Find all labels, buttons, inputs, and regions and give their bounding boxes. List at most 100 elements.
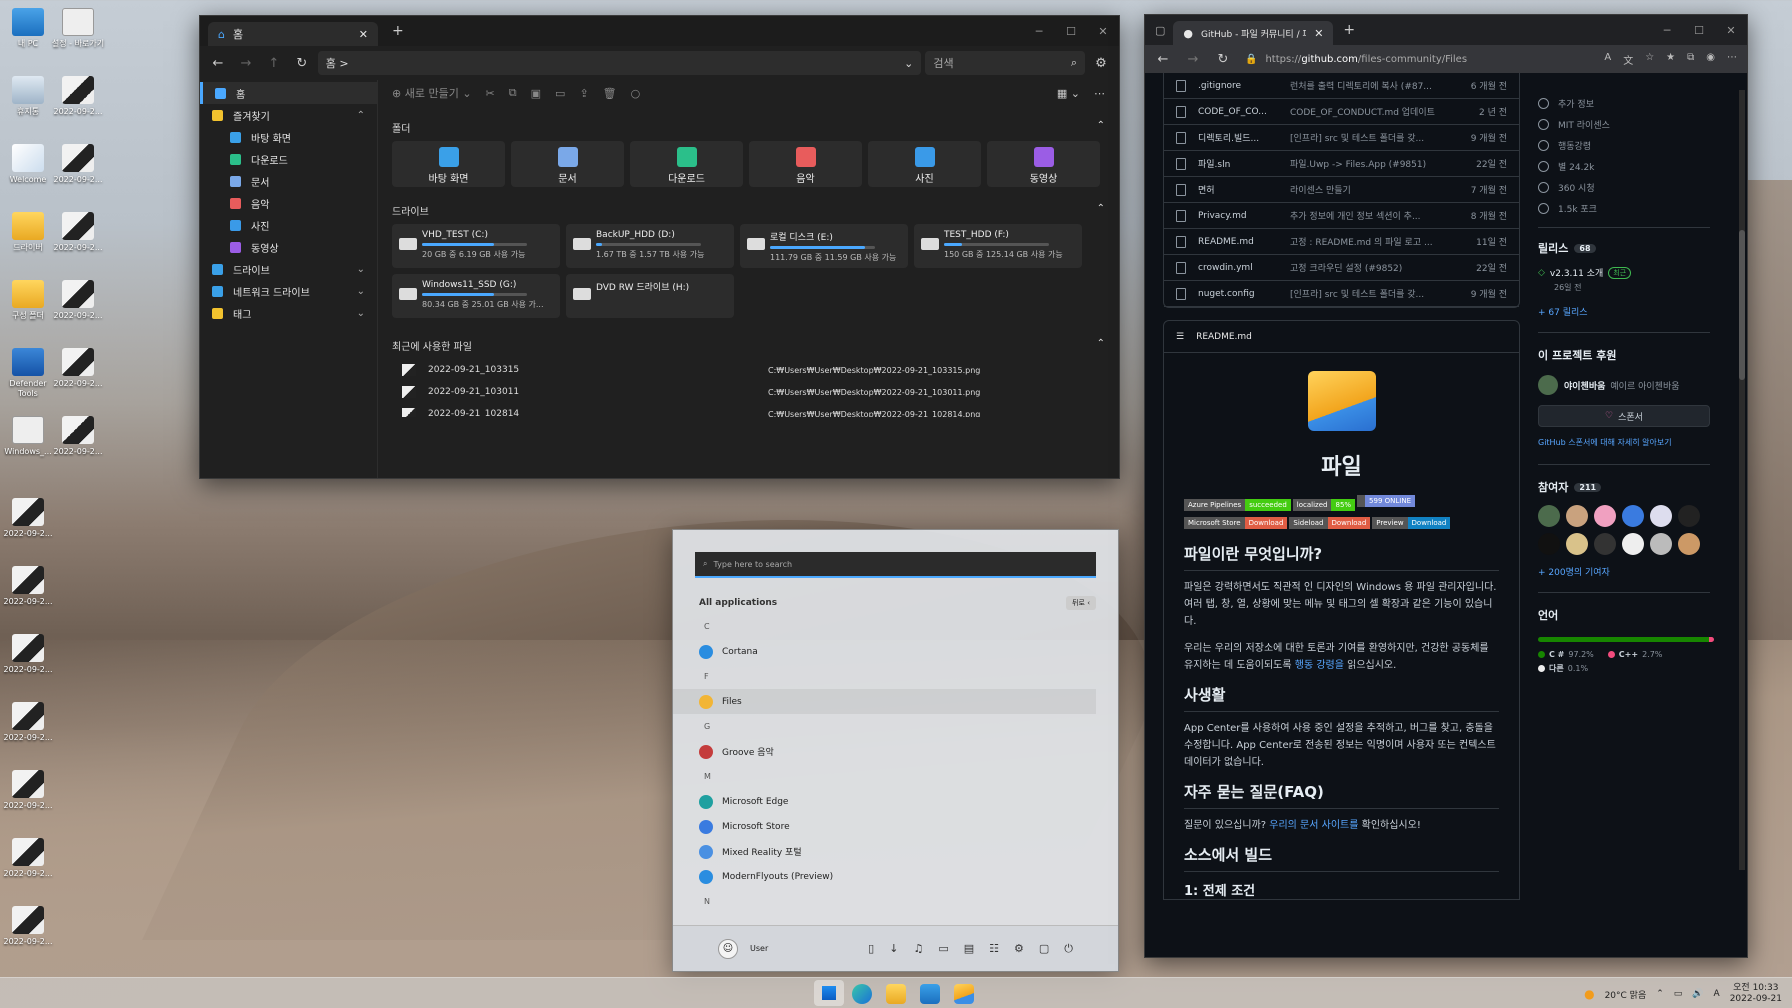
contributor-avatar[interactable]: [1622, 533, 1644, 555]
sidebar-item[interactable]: 드라이브 ⌄: [200, 258, 377, 280]
cut-icon[interactable]: ✂: [486, 87, 495, 100]
status-badge[interactable]: Sideload Download: [1289, 517, 1371, 529]
new-button[interactable]: ⊕ 새로 만들기 ⌄: [392, 85, 472, 101]
sidebar-item[interactable]: 홈: [200, 82, 377, 104]
profile-icon[interactable]: ◉: [1706, 52, 1715, 67]
folders-header[interactable]: 폴더 ⌃: [392, 114, 1105, 141]
about-item[interactable]: 360 시청: [1538, 177, 1710, 198]
collapse-icon[interactable]: ⌃: [1097, 338, 1105, 353]
favorite-icon[interactable]: ☆: [1645, 52, 1654, 67]
file-name[interactable]: nuget.config: [1198, 289, 1290, 299]
file-row[interactable]: nuget.config [인프라] src 및 테스트 폴더를 갖... 9 개월…: [1164, 281, 1519, 307]
desktop-icon[interactable]: 2022-09-2...: [50, 416, 106, 457]
sponsor-user[interactable]: 야이첸바움: [1564, 379, 1605, 392]
store-icon[interactable]: [920, 984, 940, 1004]
chevron-icon[interactable]: ⌄: [357, 264, 377, 275]
desktop-icon[interactable]: 2022-09-2...: [50, 212, 106, 253]
favorites-icon[interactable]: ★: [1666, 52, 1675, 67]
file-name[interactable]: CODE_OF_CO...: [1198, 107, 1290, 117]
contributor-avatar[interactable]: [1650, 505, 1672, 527]
music-icon[interactable]: ♫: [913, 942, 923, 956]
chevron-down-icon[interactable]: ⌄: [904, 57, 913, 70]
sidebar-item[interactable]: 바탕 화면: [200, 126, 377, 148]
search-input[interactable]: 검색 ⌕: [925, 51, 1086, 75]
start-button[interactable]: [814, 980, 844, 1006]
refresh-icon[interactable]: ↻: [290, 56, 314, 71]
app-item[interactable]: Microsoft Store: [673, 814, 1118, 839]
folder-tile[interactable]: 음악: [749, 141, 862, 187]
tab-actions-icon[interactable]: ▢: [1155, 24, 1165, 37]
file-name[interactable]: 면허: [1198, 183, 1290, 196]
sidebar-item[interactable]: 네트워크 드라이브 ⌄: [200, 280, 377, 302]
about-item[interactable]: MIT 라이센스: [1538, 114, 1710, 135]
desktop-icon[interactable]: 설정 - 바로가기: [50, 8, 106, 49]
contributor-avatar[interactable]: [1538, 505, 1560, 527]
copy-icon[interactable]: ⧉: [509, 86, 517, 100]
file-row[interactable]: 면허 라이센스 만들기 7 개월 전: [1164, 177, 1519, 203]
translate-icon[interactable]: 文: [1623, 52, 1633, 67]
commit-message[interactable]: 라이센스 만들기: [1290, 183, 1469, 196]
letter-header[interactable]: M: [673, 764, 1118, 789]
desktop-icon[interactable]: 2022-09-2...: [0, 906, 56, 947]
chevron-icon[interactable]: ⌃: [357, 110, 377, 121]
status-badge[interactable]: localized 85%: [1292, 499, 1356, 511]
recent-file-row[interactable]: 2022-09-21_103011 C:₩Users₩User₩Desktop₩2…: [402, 381, 1105, 403]
pictures-icon[interactable]: ▭: [938, 942, 948, 956]
commit-message[interactable]: 파일.Uwp -> Files.App (#9851): [1290, 157, 1469, 170]
sidebar-item[interactable]: 문서: [200, 170, 377, 192]
sponsor-button[interactable]: ♡ 스폰서: [1538, 405, 1710, 427]
contributor-avatar[interactable]: [1594, 505, 1616, 527]
file-name[interactable]: .gitignore: [1198, 81, 1290, 91]
explorer-tab[interactable]: ⌂ 홈 ✕: [208, 22, 378, 46]
paste-icon[interactable]: ▣: [531, 87, 541, 100]
drive-tile[interactable]: DVD RW 드라이브 (H:): [566, 274, 734, 318]
commit-message[interactable]: [인프라] src 및 테스트 폴더를 갖...: [1290, 131, 1469, 144]
contributor-avatar[interactable]: [1594, 533, 1616, 555]
new-tab-button[interactable]: +: [1343, 22, 1355, 38]
about-item[interactable]: 1.5k 포크: [1538, 198, 1710, 219]
folder-tile[interactable]: 동영상: [987, 141, 1100, 187]
close-tab-icon[interactable]: ✕: [1314, 27, 1323, 40]
network-icon[interactable]: ▭: [1674, 989, 1683, 999]
more-contributors-link[interactable]: + 200명의 기여자: [1538, 565, 1710, 578]
desktop-icon[interactable]: 2022-09-2...: [50, 280, 106, 321]
commit-message[interactable]: 고정 : README.md 의 파일 로고 ...: [1290, 235, 1469, 248]
folder-tile[interactable]: 다운로드: [630, 141, 743, 187]
contributor-avatar[interactable]: [1622, 505, 1644, 527]
sidebar-item[interactable]: 음악: [200, 192, 377, 214]
about-item[interactable]: 행동강령: [1538, 135, 1710, 156]
minimize-button[interactable]: ─: [1651, 24, 1683, 37]
properties-icon[interactable]: ○: [631, 87, 641, 100]
status-badge[interactable]: Azure Pipelines succeeded: [1184, 499, 1291, 511]
contributors-title[interactable]: 참여자: [1538, 479, 1568, 495]
sidebar-item[interactable]: 다운로드: [200, 148, 377, 170]
desktop-icon[interactable]: 2022-09-2...: [0, 770, 56, 811]
edge-icon[interactable]: [852, 984, 872, 1004]
files-app-icon[interactable]: [954, 984, 974, 1004]
more-icon[interactable]: ⋯: [1094, 87, 1105, 100]
desktop-icon[interactable]: 2022-09-2...: [50, 348, 106, 389]
letter-header[interactable]: N: [673, 889, 1118, 914]
start-search-input[interactable]: ⌕ Type here to search: [695, 552, 1096, 578]
file-row[interactable]: CODE_OF_CO... CODE_OF_CONDUCT.md 업데이트 2 년 …: [1164, 99, 1519, 125]
app-item[interactable]: Microsoft Edge: [673, 789, 1118, 814]
clock[interactable]: 오전 10:33 2022-09-21: [1730, 983, 1782, 1005]
app-item[interactable]: Mixed Reality 포털: [673, 839, 1118, 864]
desktop-icon[interactable]: 2022-09-2...: [50, 144, 106, 185]
recent-header[interactable]: 최근에 사용한 파일 ⌃: [392, 332, 1105, 359]
desktop-icon[interactable]: 드라이버: [0, 212, 56, 253]
user-name[interactable]: User: [750, 944, 768, 953]
recent-file-row[interactable]: 2022-09-21_103315 C:₩Users₩User₩Desktop₩2…: [402, 359, 1105, 381]
sidebar-item[interactable]: 사진: [200, 214, 377, 236]
contributor-avatar[interactable]: [1650, 533, 1672, 555]
sponsor-learn-link[interactable]: GitHub 스폰서에 대해 자세히 알아보기: [1538, 437, 1710, 448]
commit-message[interactable]: CODE_OF_CONDUCT.md 업데이트: [1290, 105, 1469, 118]
releases-title[interactable]: 릴리스: [1538, 240, 1568, 256]
rename-icon[interactable]: ▭: [555, 87, 565, 100]
desktop-icon[interactable]: 2022-09-2...: [0, 634, 56, 675]
folder-tile[interactable]: 문서: [511, 141, 624, 187]
contributor-avatar[interactable]: [1566, 533, 1588, 555]
file-row[interactable]: README.md 고정 : README.md 의 파일 로고 ... 11일 전: [1164, 229, 1519, 255]
desktop-icon[interactable]: Welcome: [0, 144, 56, 185]
back-icon[interactable]: ←: [206, 56, 230, 71]
